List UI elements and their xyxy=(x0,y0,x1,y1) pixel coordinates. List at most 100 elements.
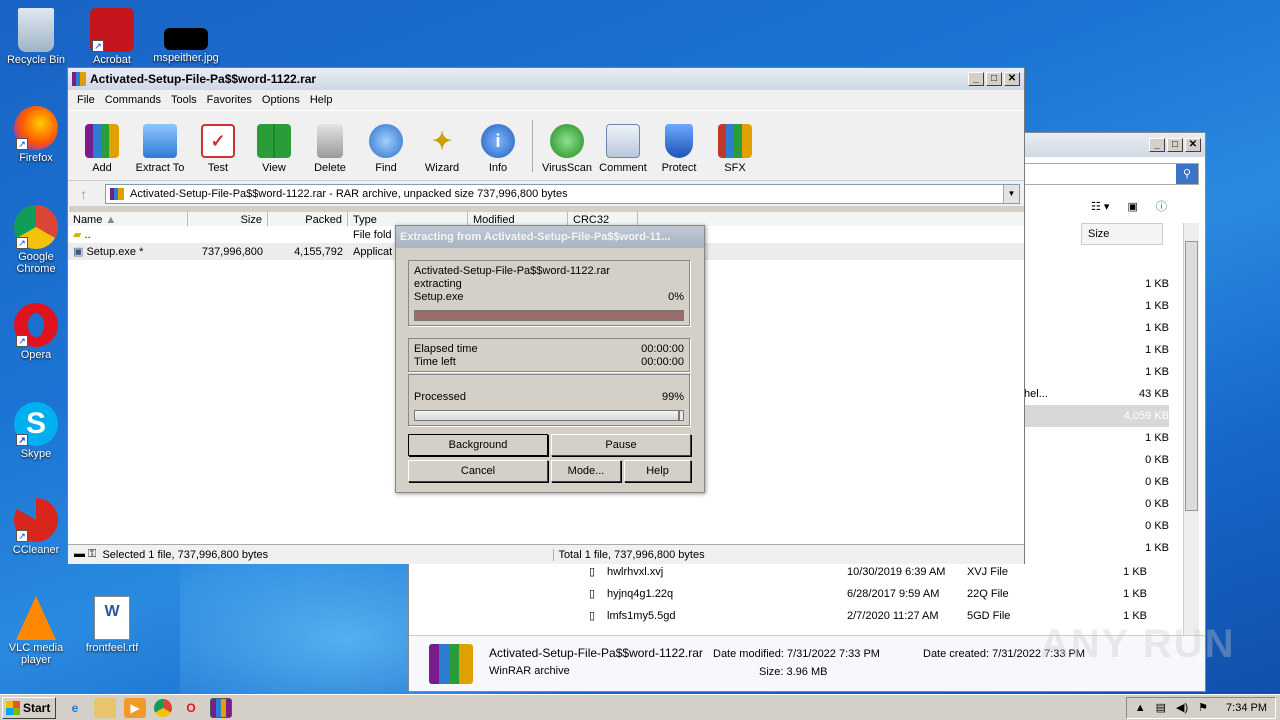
tool-protect-button[interactable]: Protect xyxy=(651,124,707,174)
desktop-icon-acrobat[interactable]: ↗ Acrobat xyxy=(76,8,148,66)
background-button[interactable]: Background xyxy=(408,434,548,456)
desktop-icon-label: Skype xyxy=(20,448,52,460)
table-row[interactable]: ▯ hyjnq4g1.22q 6/28/2017 9:59 AM 22Q File 1 … xyxy=(589,583,1169,605)
trash-icon xyxy=(317,124,343,158)
tool-label: Add xyxy=(92,162,112,174)
ccleaner-icon: ↗ xyxy=(14,498,58,542)
file-progress-fill xyxy=(415,311,683,320)
maximize-button[interactable]: □ xyxy=(986,72,1002,86)
clock[interactable]: 7:34 PM xyxy=(1226,702,1267,714)
tool-add-button[interactable]: Add xyxy=(74,124,130,174)
menu-commands[interactable]: Commands xyxy=(100,94,166,106)
mode-button[interactable]: Mode... xyxy=(551,460,621,482)
chevron-down-icon[interactable]: ▼ xyxy=(1003,184,1019,203)
desktop-icon-image[interactable]: mspeither.jpg xyxy=(150,8,222,64)
volume-icon[interactable]: ◀) xyxy=(1176,701,1188,714)
tool-view-button[interactable]: View xyxy=(246,124,302,174)
search-icon[interactable]: ⚲ xyxy=(1176,164,1198,184)
tool-wizard-button[interactable]: ✦ Wizard xyxy=(414,124,470,175)
details-file-name: Activated-Setup-File-Pa$$word-1122.rar xyxy=(489,646,703,660)
tool-comment-button[interactable]: Comment xyxy=(595,124,651,174)
tool-label: Find xyxy=(375,162,397,174)
explorer-search-box[interactable]: ⚲ xyxy=(1009,163,1199,185)
view-options-icon[interactable]: ☷ ▾ xyxy=(1091,200,1109,213)
maximize-button[interactable]: □ xyxy=(1167,138,1183,152)
desktop-icon-opera[interactable]: ↗ Opera xyxy=(0,303,72,361)
taskbar: Start e ▶ O ▲ ▤ ◀) ⚑ 7:34 PM xyxy=(0,694,1280,720)
current-file-name: Setup.exe xyxy=(414,291,464,303)
tool-label: Comment xyxy=(599,162,647,174)
menu-help[interactable]: Help xyxy=(305,94,338,106)
desktop-icon-skype[interactable]: S ↗ Skype xyxy=(0,402,72,460)
tool-sfx-button[interactable]: SFX xyxy=(707,124,763,174)
desktop-icon-label: Google Chrome xyxy=(16,251,56,275)
elapsed-label: Elapsed time xyxy=(414,343,478,355)
current-file-group: Activated-Setup-File-Pa$$word-1122.rar e… xyxy=(408,260,690,326)
desktop-icon-label: Firefox xyxy=(19,152,53,164)
explorer-taskbar-icon[interactable] xyxy=(94,697,116,718)
tool-label: Info xyxy=(488,162,508,174)
tool-info-button[interactable]: i Info xyxy=(470,124,526,174)
winrar-statusbar: ▬ ⚿ Selected 1 file, 737,996,800 bytes T… xyxy=(68,544,1024,564)
extract-progress-dialog[interactable]: Extracting from Activated-Setup-File-Pa$… xyxy=(395,225,705,493)
menu-favorites[interactable]: Favorites xyxy=(202,94,257,106)
menu-file[interactable]: File xyxy=(72,94,100,106)
table-row[interactable]: ▯ hwlrhvxl.xvj 10/30/2019 6:39 AM XVJ File 1… xyxy=(589,561,1169,583)
status-selected: Selected 1 file, 737,996,800 bytes xyxy=(102,548,555,561)
chrome-taskbar-icon[interactable] xyxy=(154,698,172,717)
sort-ascending-icon: ▲ xyxy=(105,214,117,226)
info-icon: i xyxy=(481,124,515,158)
processed-line: Processed 99% xyxy=(414,391,684,404)
minimize-button[interactable]: _ xyxy=(968,72,984,86)
scroll-thumb[interactable] xyxy=(1185,241,1198,511)
start-button[interactable]: Start xyxy=(2,696,56,719)
desktop-icon-firefox[interactable]: ↗ Firefox xyxy=(0,106,72,164)
close-button[interactable]: ✕ xyxy=(1004,72,1020,86)
preview-pane-icon[interactable]: ▣ xyxy=(1127,200,1137,213)
dialog-title[interactable]: Extracting from Activated-Setup-File-Pa$… xyxy=(396,226,704,248)
cancel-button[interactable]: Cancel xyxy=(408,460,548,482)
desktop-icon-chrome[interactable]: ↗ Google Chrome xyxy=(0,205,72,275)
menu-options[interactable]: Options xyxy=(257,94,305,106)
action-label: extracting xyxy=(414,278,462,290)
tool-find-button[interactable]: Find xyxy=(358,124,414,174)
help-button[interactable]: Help xyxy=(624,460,691,482)
explorer-size-header[interactable]: Size xyxy=(1081,223,1163,245)
opera-icon: ↗ xyxy=(14,303,58,347)
tool-test-button[interactable]: ✓ Test xyxy=(190,124,246,174)
processed-group: Processed 99% xyxy=(408,374,690,426)
tool-delete-button[interactable]: Delete xyxy=(302,124,358,174)
total-progress-fill xyxy=(415,411,681,420)
tray-expand-icon[interactable]: ▲ xyxy=(1135,702,1146,714)
explorer-scrollbar[interactable] xyxy=(1183,223,1199,635)
minimize-button[interactable]: _ xyxy=(1149,138,1165,152)
winrar-titlebar[interactable]: Activated-Setup-File-Pa$$word-1122.rar _… xyxy=(68,68,1024,90)
image-thumbnail-icon xyxy=(164,28,208,50)
comment-icon xyxy=(606,124,640,158)
winrar-archive-icon xyxy=(429,644,473,684)
help-icon[interactable]: ⓘ xyxy=(1156,198,1167,214)
row-size: 0 KB xyxy=(1145,454,1169,466)
menu-tools[interactable]: Tools xyxy=(166,94,202,106)
tool-label: Extract To xyxy=(135,162,185,174)
opera-taskbar-icon[interactable]: O xyxy=(180,698,202,718)
desktop-icon-vlc[interactable]: VLC media player xyxy=(0,596,72,666)
desktop-icon-rtf[interactable]: W frontfeel.rtf xyxy=(76,596,148,654)
pause-button[interactable]: Pause xyxy=(551,434,691,456)
tool-label: View xyxy=(262,162,286,174)
winrar-taskbar-icon[interactable] xyxy=(210,697,232,718)
tool-extract-button[interactable]: Extract To xyxy=(130,124,190,174)
time-left-label: Time left xyxy=(414,356,456,368)
archive-path-field[interactable]: Activated-Setup-File-Pa$$word-1122.rar -… xyxy=(105,183,1020,204)
desktop-icon-recycle-bin[interactable]: Recycle Bin xyxy=(0,8,72,66)
close-button[interactable]: ✕ xyxy=(1185,138,1201,152)
desktop-icon-ccleaner[interactable]: ↗ CCleaner xyxy=(0,498,72,556)
explorer-view-toolbar: ☷ ▾ ▣ ⓘ xyxy=(1009,193,1205,219)
ie-taskbar-icon[interactable]: e xyxy=(64,698,86,718)
up-arrow-icon[interactable]: ↑ xyxy=(72,186,95,202)
network-icon[interactable]: ▤ xyxy=(1156,701,1166,714)
action-center-flag-icon[interactable]: ⚑ xyxy=(1198,701,1208,714)
media-player-taskbar-icon[interactable]: ▶ xyxy=(124,697,146,718)
magic-wand-icon: ✦ xyxy=(431,127,453,155)
tool-virusscan-button[interactable]: VirusScan xyxy=(539,124,595,174)
